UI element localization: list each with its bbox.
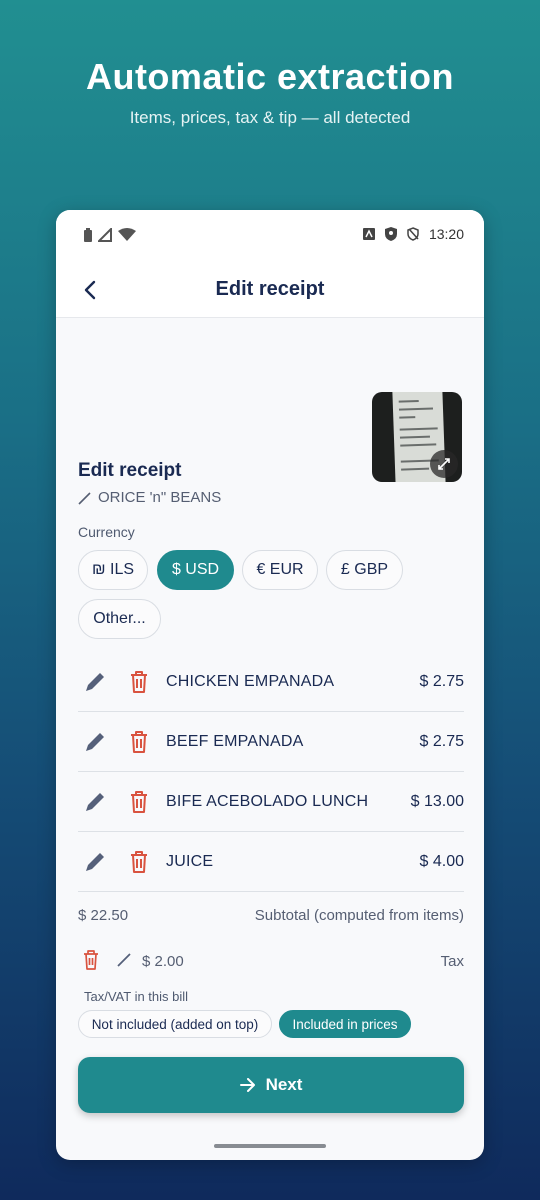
shield-icon [384, 227, 397, 241]
subtotal-label: Subtotal (computed from items) [254, 907, 464, 924]
trash-icon[interactable] [128, 730, 150, 754]
edit-icon[interactable] [84, 731, 106, 753]
item-price: $ 13.00 [410, 793, 464, 810]
phone-screen: 13:20 Edit receipt Edit receipt ORICE 'n… [56, 210, 484, 1160]
items-list: CHICKEN EMPANADA $ 2.75 BEEF EMPANADA $ … [78, 652, 464, 892]
trash-icon[interactable] [128, 850, 150, 874]
currency-chip-other[interactable]: Other... [78, 599, 161, 639]
app-bar: Edit receipt [56, 262, 484, 318]
receipt-thumbnail[interactable] [372, 392, 462, 482]
tax-trash-icon[interactable] [82, 950, 100, 970]
currency-label: Currency [78, 524, 135, 540]
item-name: BEEF EMPANADA [166, 733, 304, 750]
pencil-icon [78, 491, 91, 505]
expand-icon [438, 458, 450, 470]
hero-subtitle: Items, prices, tax & tip — all detected [129, 108, 411, 127]
list-item: JUICE $ 4.00 [78, 832, 464, 892]
section-title: Edit receipt [78, 460, 182, 481]
currency-chip-gbp[interactable]: £ GBP [326, 550, 403, 590]
trash-icon[interactable] [128, 790, 150, 814]
trash-icon[interactable] [128, 670, 150, 694]
tax-not-included-chip[interactable]: Not included (added on top) [78, 1010, 272, 1038]
list-item: CHICKEN EMPANADA $ 2.75 [78, 652, 464, 712]
hero-title: Automatic extraction [85, 56, 455, 97]
item-price: $ 4.00 [419, 853, 464, 870]
expand-button[interactable] [430, 450, 458, 478]
status-bar: 13:20 [56, 210, 484, 262]
item-price: $ 2.75 [419, 673, 464, 690]
item-name: CHICKEN EMPANADA [166, 673, 335, 690]
edit-icon[interactable] [84, 791, 106, 813]
currency-chip-usd[interactable]: $ USD [157, 550, 234, 590]
item-name: BIFE ACEBOLADO LUNCH [166, 793, 369, 810]
tax-label: Tax [440, 953, 464, 970]
status-time: 13:20 [428, 226, 464, 242]
arrow-right-icon [239, 1078, 255, 1092]
page-title: Edit receipt [215, 278, 325, 300]
merchant-label: ORICE 'n" BEANS [98, 489, 222, 506]
tax-included-chip[interactable]: Included in prices [279, 1010, 411, 1038]
item-name: JUICE [166, 853, 214, 870]
list-item: BEEF EMPANADA $ 2.75 [78, 712, 464, 772]
edit-icon[interactable] [84, 671, 106, 693]
wifi-icon [118, 228, 136, 241]
next-button[interactable]: Next [78, 1057, 464, 1113]
signal-icon [98, 228, 112, 242]
merchant-name[interactable]: ORICE 'n" BEANS [78, 489, 221, 506]
list-item: BIFE ACEBOLADO LUNCH $ 13.00 [78, 772, 464, 832]
tax-edit-icon[interactable] [116, 952, 132, 968]
subtotal-value: $ 22.50 [78, 907, 129, 924]
edit-icon[interactable] [84, 851, 106, 873]
notification-icon [362, 228, 375, 240]
vpn-icon [407, 227, 419, 241]
tax-value: $ 2.00 [142, 953, 184, 970]
currency-chip-eur[interactable]: € EUR [242, 550, 318, 590]
home-indicator[interactable] [214, 1144, 326, 1148]
next-button-label: Next [265, 1075, 303, 1094]
item-price: $ 2.75 [419, 733, 464, 750]
battery-icon [84, 228, 92, 242]
currency-chip-ils[interactable]: ₪ ILS [78, 550, 148, 590]
tax-mode-label: Tax/VAT in this bill [84, 989, 189, 1004]
